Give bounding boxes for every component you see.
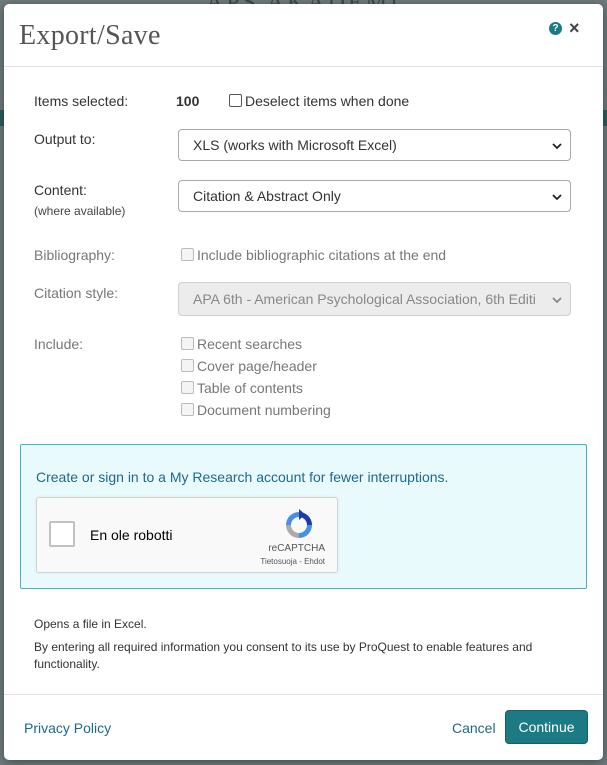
recaptcha-widget: En ole robotti reCAPTCHA Tietosuoja - Eh…: [36, 497, 338, 573]
privacy-policy-link[interactable]: Privacy Policy: [24, 720, 111, 736]
include-checkbox: [181, 403, 194, 416]
recaptcha-brand: reCAPTCHA: [268, 543, 325, 554]
include-checkbox: [181, 337, 194, 350]
include-option-label: Table of contents: [197, 380, 303, 396]
include-option: Recent searches: [181, 334, 331, 356]
citation-style-label: Citation style:: [34, 285, 119, 301]
content-sublabel: (where available): [34, 204, 126, 218]
bibliography-label: Bibliography:: [34, 247, 115, 263]
include-option: Cover page/header: [181, 356, 331, 378]
bibliography-checkbox: [181, 248, 194, 261]
output-label: Output to:: [34, 131, 96, 147]
cancel-button[interactable]: Cancel: [452, 720, 496, 736]
include-option-label: Recent searches: [197, 336, 303, 352]
bibliography-option: Include bibliographic citations at the e…: [181, 247, 446, 263]
my-research-link[interactable]: Create or sign in to a My Research accou…: [36, 469, 448, 485]
citation-style-select: APA 6th - American Psychological Associa…: [178, 282, 571, 316]
chevron-down-icon: [550, 181, 564, 211]
account-callout: Create or sign in to a My Research accou…: [20, 444, 587, 589]
recaptcha-checkbox[interactable]: [49, 521, 75, 547]
recaptcha-label: En ole robotti: [90, 527, 173, 543]
consent-note: By entering all required information you…: [34, 640, 533, 671]
content-label: Content: (where available): [34, 182, 125, 218]
recaptcha-logo-icon: [282, 508, 316, 547]
deselect-checkbox[interactable]: [229, 94, 242, 107]
include-option-label: Cover page/header: [197, 358, 317, 374]
output-select[interactable]: XLS (works with Microsoft Excel): [178, 129, 571, 161]
include-checkbox: [181, 359, 194, 372]
include-label: Include:: [34, 336, 84, 352]
footer-divider: [4, 694, 603, 695]
include-checkbox: [181, 381, 194, 394]
include-option-label: Document numbering: [197, 402, 331, 418]
citation-style-value: APA 6th - American Psychological Associa…: [193, 291, 536, 307]
bibliography-option-label: Include bibliographic citations at the e…: [197, 247, 447, 263]
close-icon[interactable]: ×: [569, 18, 580, 38]
content-select-value: Citation & Abstract Only: [193, 188, 341, 204]
output-select-value: XLS (works with Microsoft Excel): [193, 137, 397, 153]
export-save-dialog: Export/Save ? × Items selected: 100 Dese…: [4, 4, 603, 760]
include-option: Document numbering: [181, 400, 331, 422]
chevron-down-icon: [550, 283, 564, 315]
recaptcha-privacy-terms-links[interactable]: Tietosuoja - Ehdot: [260, 557, 325, 566]
include-options: Recent searches Cover page/header Table …: [181, 334, 331, 422]
continue-button[interactable]: Continue: [505, 710, 588, 744]
deselect-label: Deselect items when done: [245, 93, 410, 109]
dialog-header: Export/Save ? ×: [4, 4, 603, 67]
items-selected-label: Items selected:: [34, 93, 129, 109]
content-label-text: Content:: [34, 182, 87, 198]
include-option: Table of contents: [181, 378, 331, 400]
dialog-title: Export/Save: [19, 20, 161, 51]
opens-file-note: Opens a file in Excel.: [34, 617, 147, 631]
help-icon[interactable]: ?: [549, 22, 562, 35]
deselect-option[interactable]: Deselect items when done: [229, 93, 409, 109]
chevron-down-icon: [550, 130, 564, 160]
items-selected-count: 100: [176, 93, 200, 109]
content-select[interactable]: Citation & Abstract Only: [178, 180, 571, 212]
